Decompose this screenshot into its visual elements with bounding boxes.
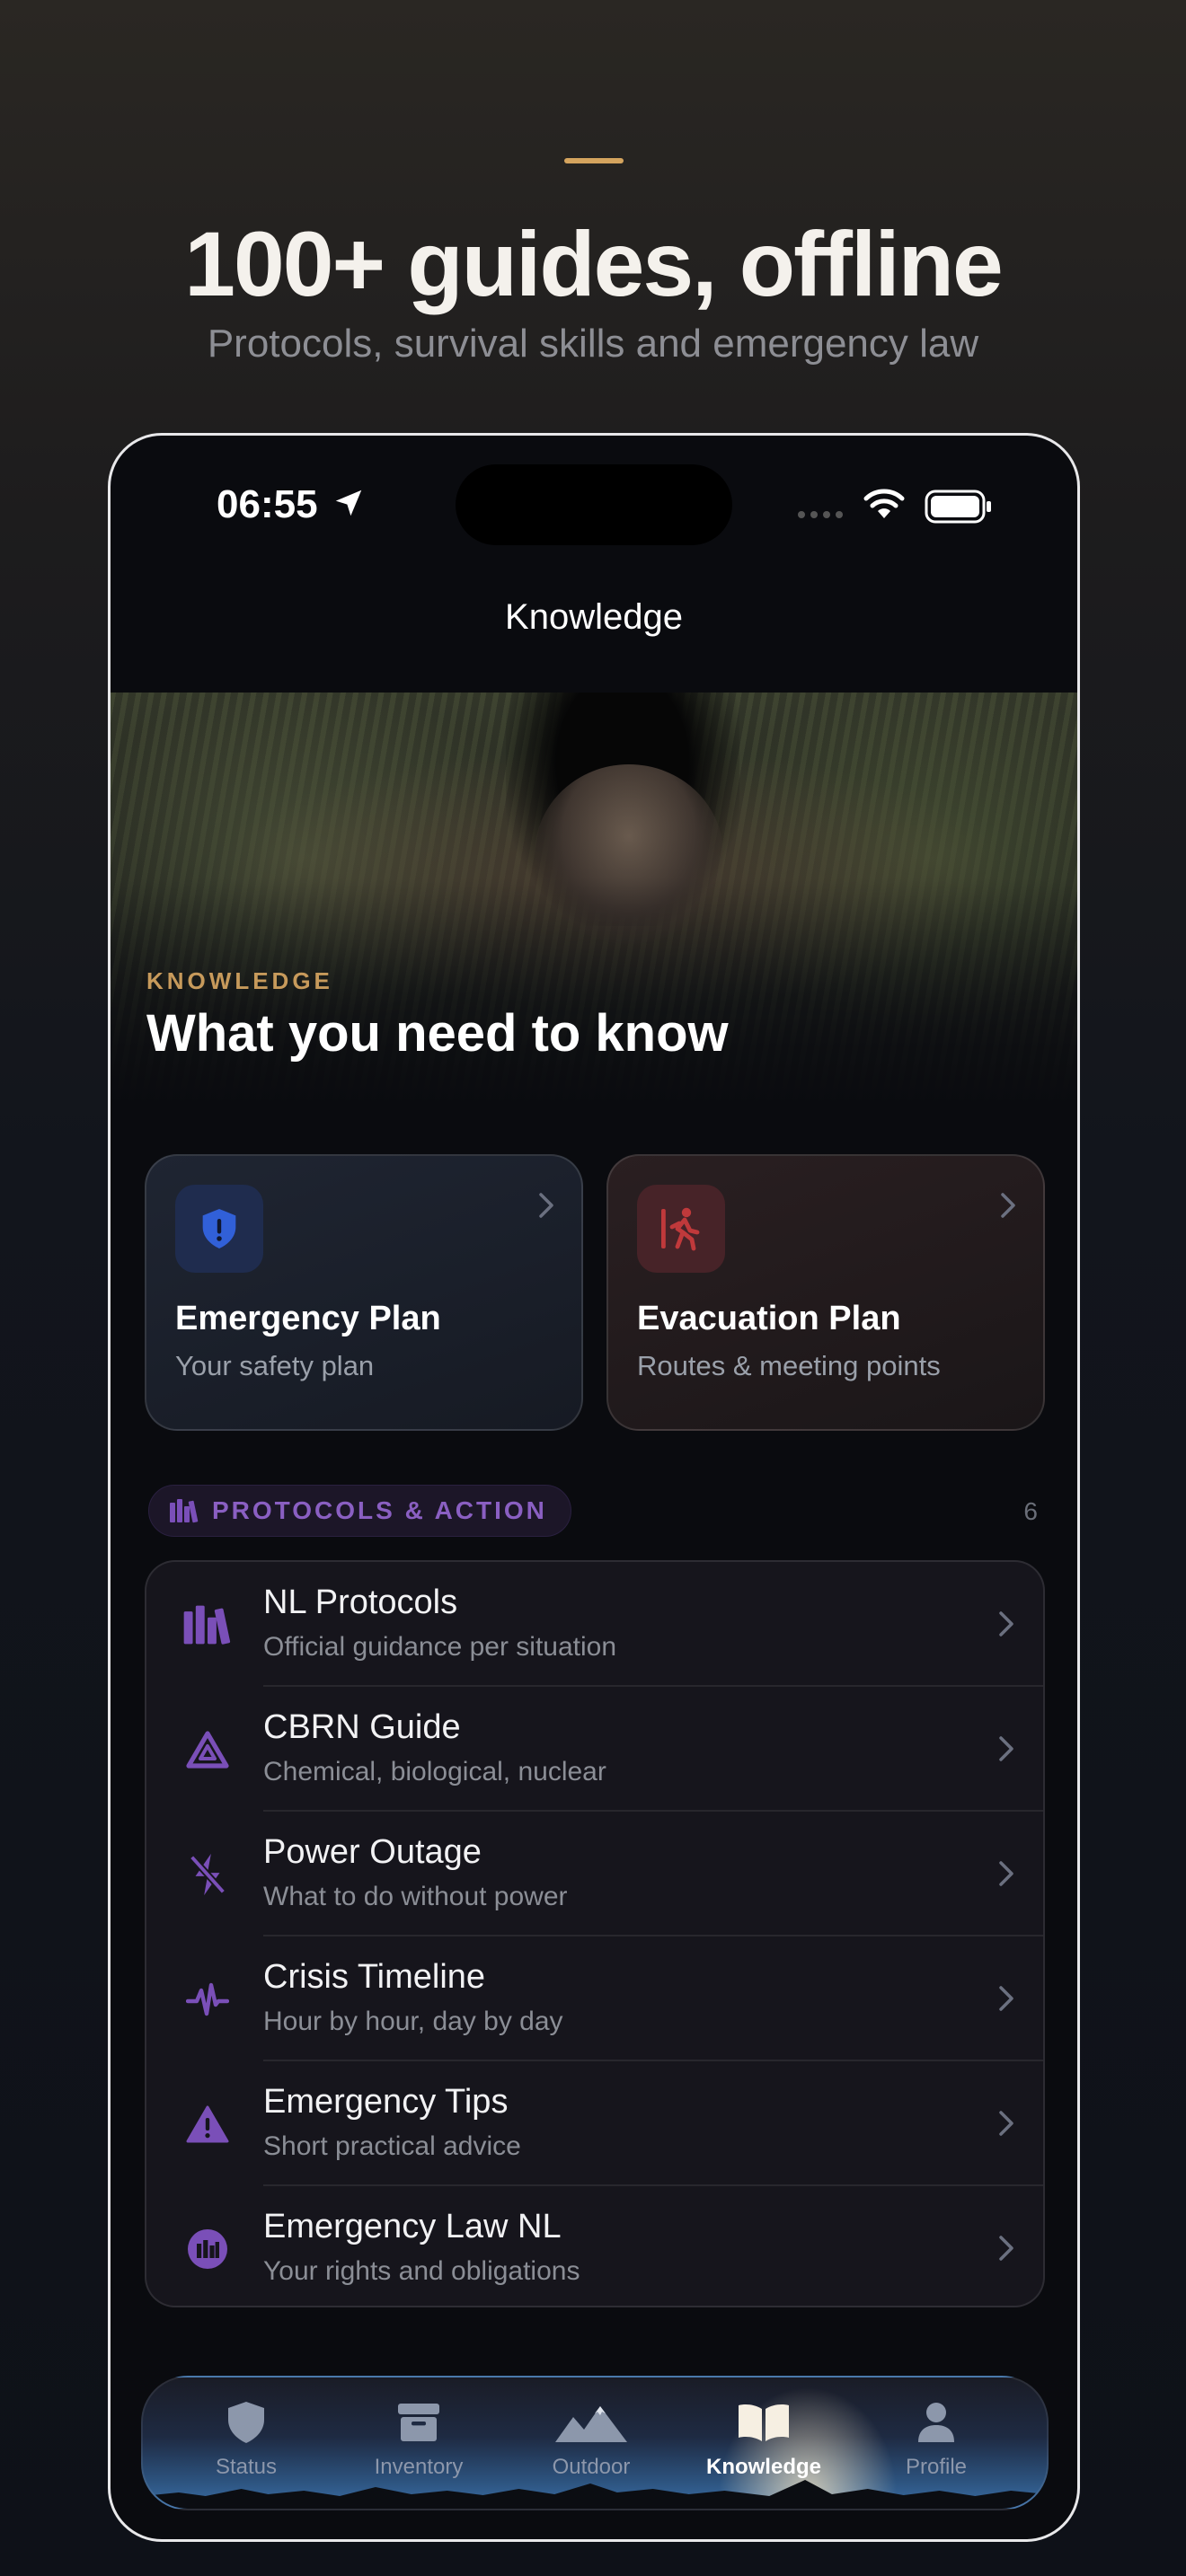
- triangle-hazard-icon: [186, 1731, 229, 1769]
- list-item-subtitle: Chemical, biological, nuclear: [263, 1757, 606, 1786]
- law-books-circle-icon: [188, 2229, 227, 2269]
- list-item-title: NL Protocols: [263, 1584, 458, 1621]
- list-item-title: Power Outage: [263, 1833, 482, 1871]
- list-item-title: Emergency Law NL: [263, 2208, 562, 2245]
- list-item-icon-box: [181, 1598, 235, 1652]
- hero-banner: KNOWLEDGE What you need to know: [111, 693, 1077, 1106]
- tab-icon-wrap: [678, 2397, 849, 2448]
- tab-profile[interactable]: Profile: [851, 2378, 1022, 2494]
- evacuation-plan-icon-box: [637, 1185, 725, 1273]
- section-count: 6: [1023, 1497, 1038, 1525]
- mountains-icon: [555, 2406, 627, 2442]
- chevron-right-icon: [999, 1611, 1013, 1636]
- evacuation-plan-card[interactable]: Evacuation Plan Routes & meeting points: [606, 1154, 1045, 1431]
- tab-label: Inventory: [374, 2455, 464, 2479]
- tab-knowledge[interactable]: Knowledge: [678, 2378, 849, 2494]
- books-icon: [183, 1605, 231, 1645]
- location-arrow-icon: [335, 490, 362, 516]
- list-item-power-outage[interactable]: Power Outage What to do without power: [146, 1812, 1043, 1936]
- chevron-right-icon: [999, 2236, 1013, 2261]
- open-book-icon: [739, 2404, 789, 2441]
- person-icon: [918, 2403, 954, 2442]
- tab-label: Knowledge: [705, 2455, 821, 2479]
- list-item-title: Crisis Timeline: [263, 1958, 486, 1996]
- dynamic-island: [456, 464, 732, 545]
- list-item-emergency-tips[interactable]: Emergency Tips Short practical advice: [146, 2061, 1043, 2186]
- battery-icon: [925, 490, 991, 524]
- chevron-right-icon: [539, 1193, 553, 1218]
- list-item-crisis-timeline[interactable]: Crisis Timeline Hour by hour, day by day: [146, 1936, 1043, 2061]
- shield-icon: [228, 2402, 264, 2443]
- evacuation-plan-subtitle: Routes & meeting points: [637, 1350, 941, 1381]
- nav-title: Knowledge: [505, 597, 683, 637]
- emergency-plan-subtitle: Your safety plan: [175, 1350, 375, 1381]
- tab-outdoor[interactable]: Outdoor: [506, 2378, 677, 2494]
- list-item-icon-box: [181, 2097, 235, 2151]
- chevron-right-icon: [999, 1986, 1013, 2011]
- evacuation-plan-title: Evacuation Plan: [637, 1300, 901, 1337]
- tab-icon-wrap: [851, 2397, 1022, 2448]
- status-time: 06:55: [217, 482, 318, 526]
- shield-exclamation-icon: [202, 1209, 236, 1248]
- chevron-right-icon: [999, 1861, 1013, 1886]
- phone-frame: 06:55 Knowledge KNOWLEDGE What you need …: [108, 433, 1080, 2542]
- protocols-list: NL Protocols Official guidance per situa…: [145, 1560, 1045, 2307]
- list-item-icon-box: [181, 1848, 235, 1901]
- hero-title: What you need to know: [146, 1004, 729, 1063]
- chevron-right-icon: [1001, 1193, 1015, 1218]
- list-item-emergency-law[interactable]: Emergency Law NL Your rights and obligat…: [146, 2186, 1043, 2306]
- tab-icon-wrap: [161, 2397, 332, 2448]
- archive-box-icon: [398, 2404, 439, 2441]
- tab-label: Status: [215, 2455, 278, 2479]
- list-item-title: CBRN Guide: [263, 1708, 461, 1746]
- books-icon: [170, 1499, 199, 1523]
- emergency-plan-icon-box: [175, 1185, 263, 1273]
- list-item-subtitle: Hour by hour, day by day: [263, 2007, 563, 2036]
- promo-accent-bar: [564, 158, 624, 163]
- list-item-subtitle: Your rights and obligations: [263, 2256, 580, 2286]
- list-item-icon-box: [181, 2222, 235, 2276]
- section-label: PROTOCOLS & ACTION: [212, 1496, 547, 1524]
- list-item-cbrn-guide[interactable]: CBRN Guide Chemical, biological, nuclear: [146, 1687, 1043, 1812]
- person-exit-icon: [661, 1207, 700, 1251]
- list-item-subtitle: Short practical advice: [263, 2131, 521, 2161]
- status-bar: 06:55: [111, 436, 1077, 545]
- chevron-right-icon: [999, 1736, 1013, 1761]
- hero-kicker: KNOWLEDGE: [146, 967, 333, 994]
- waveform-icon: [186, 1982, 229, 2016]
- list-item-icon-box: [181, 1972, 235, 2026]
- list-item-subtitle: What to do without power: [263, 1882, 568, 1911]
- promo-subhead: Protocols, survival skills and emergency…: [207, 322, 979, 366]
- bolt-slash-icon: [189, 1853, 226, 1896]
- section-header-protocols: PROTOCOLS & ACTION: [148, 1485, 571, 1537]
- tab-inventory[interactable]: Inventory: [333, 2378, 504, 2494]
- promo-headline: 100+ guides, offline: [184, 213, 1003, 315]
- tab-label: Outdoor: [552, 2455, 631, 2479]
- tab-icon-wrap: [506, 2397, 677, 2448]
- list-item-subtitle: Official guidance per situation: [263, 1632, 617, 1662]
- chevron-right-icon: [999, 2111, 1013, 2136]
- emergency-plan-title: Emergency Plan: [175, 1300, 441, 1337]
- wifi-icon: [863, 489, 905, 518]
- tab-status[interactable]: Status: [161, 2378, 332, 2494]
- list-item-nl-protocols[interactable]: NL Protocols Official guidance per situa…: [146, 1562, 1043, 1687]
- tab-bar: Status Inventory Outdoor Knowledge Profi…: [141, 2376, 1049, 2510]
- cellular-signal-icon: [798, 511, 843, 518]
- warning-triangle-icon: [186, 2105, 229, 2143]
- list-item-icon-box: [181, 1723, 235, 1777]
- tab-label: Profile: [905, 2455, 968, 2479]
- list-item-title: Emergency Tips: [263, 2083, 509, 2121]
- emergency-plan-card[interactable]: Emergency Plan Your safety plan: [145, 1154, 583, 1431]
- tab-icon-wrap: [333, 2397, 504, 2448]
